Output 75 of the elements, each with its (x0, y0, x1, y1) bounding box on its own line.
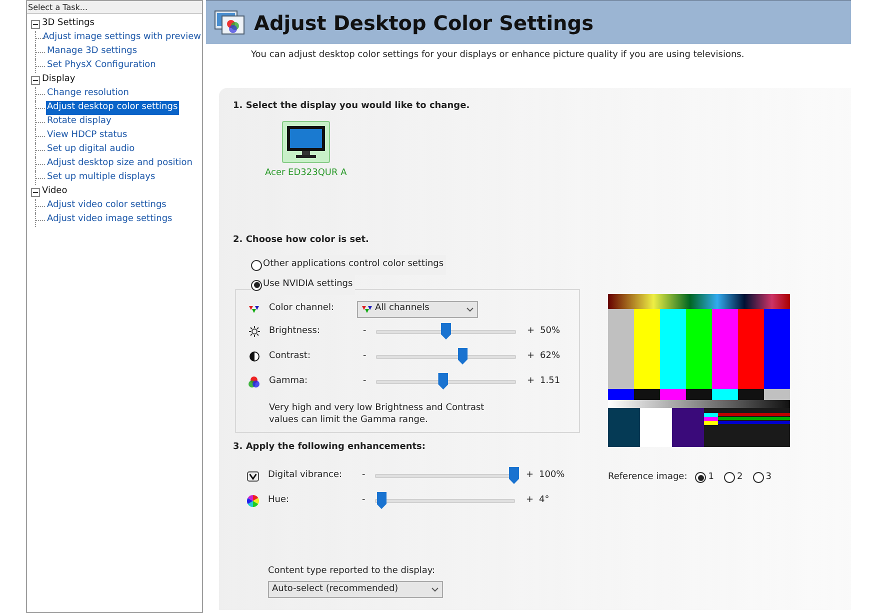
minus-label: - (362, 469, 366, 482)
plus-label: + (526, 494, 535, 508)
tree-item[interactable]: Set up multiple displays (46, 171, 156, 185)
radio-option[interactable]: 1 (695, 471, 714, 484)
tree-item[interactable]: View HDCP status (46, 129, 128, 143)
color-channel-icon (248, 304, 260, 314)
monitor-icon[interactable] (282, 120, 330, 162)
slider-thumb[interactable] (376, 492, 387, 509)
slider-value: 4° (539, 494, 550, 508)
tree-item[interactable]: Adjust desktop color settings (46, 101, 179, 115)
panel-header: Select a Task... (27, 1, 202, 14)
slider-label: Gamma: (269, 374, 309, 388)
monitor-color-icon (214, 8, 246, 36)
plus-label: + (527, 374, 536, 388)
tree-group-label[interactable]: Display (42, 73, 76, 87)
tree-item[interactable]: Rotate display (46, 115, 112, 129)
radio-button[interactable] (752, 472, 764, 484)
vibrance-icon (247, 470, 259, 482)
radio-button[interactable] (251, 280, 262, 290)
slider-thumb[interactable] (458, 348, 468, 364)
radio-button[interactable] (695, 472, 706, 484)
field-label: Reference image: (608, 471, 688, 484)
radio-option[interactable]: 2 (724, 471, 743, 484)
plus-label: + (526, 469, 535, 482)
collapse-icon[interactable] (31, 20, 40, 28)
tree-group-label[interactable]: Video (42, 185, 68, 199)
display-name: Acer ED323QUR A (265, 166, 347, 180)
minus-label: - (362, 494, 366, 508)
slider-label: Brightness: (269, 324, 321, 338)
minus-label: - (363, 374, 368, 388)
content-type-dropdown[interactable]: Auto-select (recommended) (268, 581, 443, 598)
slider-value: 1.51 (540, 374, 560, 388)
note-text: Very high and very low Brightness and Contrast values can limit the Gamma range. (268, 402, 486, 426)
contrast-icon (248, 351, 260, 362)
radio-option[interactable]: 3 (752, 471, 772, 484)
plus-label: + (527, 324, 536, 338)
collapse-icon[interactable] (31, 76, 40, 84)
field-label: Content type reported to the display: (267, 564, 436, 578)
color-channel-icon (361, 304, 373, 314)
collapse-icon[interactable] (31, 188, 40, 196)
chevron-down-icon (431, 587, 439, 592)
brightness-icon (248, 326, 260, 337)
tree-item[interactable]: Set up digital audio (46, 143, 136, 157)
section-heading: 2. Choose how color is set. (233, 234, 370, 246)
slider-value: 100% (539, 469, 565, 482)
radio-button[interactable] (251, 260, 262, 270)
section-heading: 3. Apply the following enhancements: (233, 441, 427, 454)
chevron-down-icon (466, 306, 474, 312)
radio-button[interactable] (724, 472, 735, 484)
tree-item[interactable]: Change resolution (46, 87, 130, 101)
slider-label: Hue: (268, 494, 290, 508)
section-heading: 1. Select the display you would like to change. (233, 100, 471, 113)
tree-item[interactable]: Set PhysX Configuration (46, 59, 157, 73)
slider-label: Contrast: (269, 350, 312, 363)
tree-item[interactable]: Adjust video image settings (46, 213, 174, 227)
plus-label: + (527, 350, 536, 363)
tree-group-label[interactable]: 3D Settings (42, 17, 94, 31)
color-wheel-icon (247, 495, 259, 507)
tree-item[interactable]: Adjust desktop size and position (46, 157, 194, 171)
slider-value: 50% (540, 324, 560, 338)
page-description: You can adjust desktop color settings for your displays or enhance picture quality if you are using televisions. (250, 49, 746, 62)
slider-thumb[interactable] (438, 372, 448, 390)
slider-thumb[interactable] (441, 322, 451, 340)
tree-item[interactable]: Manage 3D settings (46, 45, 138, 59)
page-title: Adjust Desktop Color Settings (254, 10, 594, 36)
minus-label: - (363, 350, 368, 363)
tree-item[interactable]: Adjust image settings with preview (42, 31, 202, 45)
slider-thumb[interactable] (509, 467, 519, 484)
field-label: Color channel: (269, 302, 336, 316)
tree-item[interactable]: Adjust video color settings (46, 199, 168, 213)
slider-label: Digital vibrance: (268, 469, 344, 482)
minus-label: - (363, 324, 368, 338)
channel-dropdown[interactable]: All channels (357, 300, 478, 318)
slider-value: 62% (540, 350, 560, 363)
color-circles-icon (248, 376, 260, 388)
